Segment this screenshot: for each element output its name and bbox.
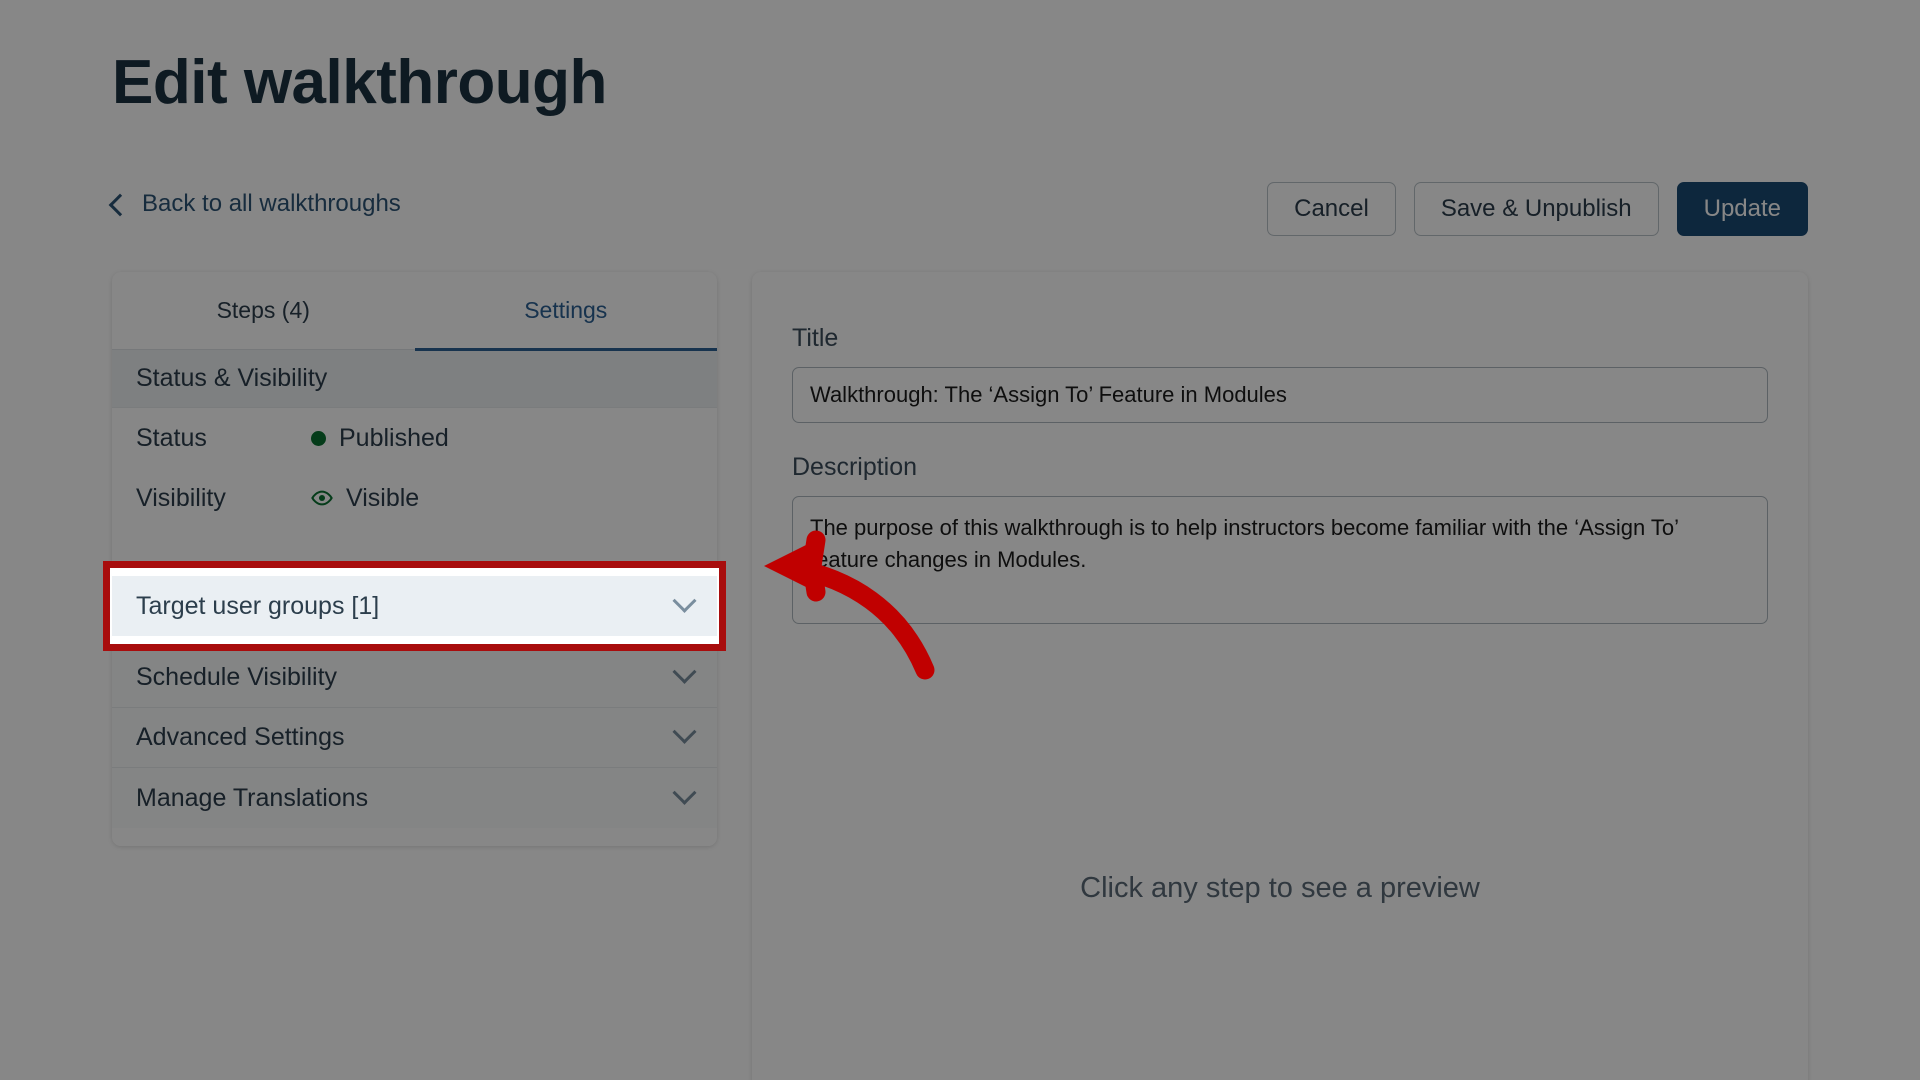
visibility-value-group: Visible	[311, 484, 419, 513]
section-row-target-user-groups[interactable]: Target user groups [1]	[112, 576, 717, 636]
tab-steps[interactable]: Steps (4)	[112, 272, 415, 349]
title-field-label: Title	[792, 324, 839, 352]
status-value-group: Published	[311, 424, 449, 453]
section-label: Manage Translations	[136, 783, 369, 812]
chevron-down-icon	[672, 659, 697, 684]
save-and-unpublish-button[interactable]: Save & Unpublish	[1413, 182, 1659, 236]
status-row: Status Published	[112, 408, 717, 468]
tab-bar: Steps (4) Settings	[112, 272, 718, 351]
cancel-button[interactable]: Cancel	[1267, 182, 1396, 236]
chevron-left-icon	[108, 193, 132, 216]
eye-icon	[311, 487, 333, 509]
section-label: Advanced Settings	[136, 723, 345, 751]
walkthrough-preview-panel: Title Walkthrough: The ‘Assign To’ Featu…	[752, 272, 1808, 1080]
status-label: Status	[136, 423, 207, 452]
visibility-value: Visible	[346, 483, 420, 512]
chevron-down-icon	[672, 588, 697, 613]
settings-card: Steps (4) Settings Status & Visibility S…	[112, 272, 717, 846]
description-input[interactable]: The purpose of this walkthrough is to he…	[792, 496, 1768, 624]
section-row-schedule-visibility[interactable]: Schedule Visibility	[112, 648, 717, 708]
back-link-label: Back to all walkthroughs	[142, 190, 401, 217]
edit-walkthrough-page: Edit walkthrough Back to all walkthrough…	[0, 0, 1920, 1080]
update-button[interactable]: Update	[1676, 182, 1808, 236]
section-label: Target user groups [1]	[136, 591, 380, 620]
header-actions: Cancel Save & Unpublish Update	[1267, 182, 1808, 236]
section-label: Schedule Visibility	[136, 663, 338, 691]
section-row-manage-translations[interactable]: Manage Translations	[112, 768, 717, 828]
status-value: Published	[339, 423, 449, 452]
visibility-row: Visibility Visible	[112, 468, 717, 528]
status-and-visibility-header: Status & Visibility	[112, 350, 717, 408]
preview-empty-state: Click any step to see a preview	[1080, 872, 1480, 904]
back-to-all-walkthroughs-link[interactable]: Back to all walkthroughs	[108, 190, 401, 218]
description-field-label: Description	[792, 453, 918, 481]
green-dot-icon	[311, 430, 326, 446]
chevron-down-icon	[672, 780, 697, 805]
page-title: Edit walkthrough	[112, 48, 607, 117]
title-input[interactable]: Walkthrough: The ‘Assign To’ Feature in …	[792, 367, 1768, 423]
tab-settings[interactable]: Settings	[414, 272, 718, 351]
chevron-down-icon	[672, 719, 697, 744]
section-row-advanced-settings[interactable]: Advanced Settings	[112, 708, 717, 768]
visibility-label: Visibility	[136, 483, 226, 512]
